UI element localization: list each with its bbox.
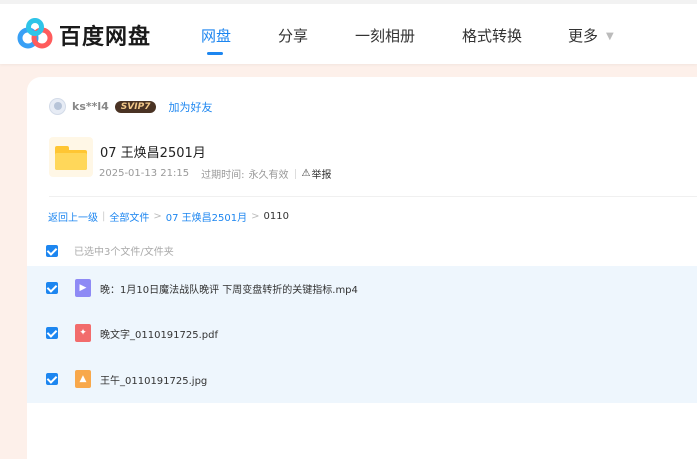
breadcrumb-folder[interactable]: 07 王焕昌2501月 xyxy=(166,209,247,224)
svip-badge: SVIP7 xyxy=(114,100,157,113)
nav-tab-more[interactable]: 更多 ▼ xyxy=(568,25,614,46)
share-card: ks**l4 SVIP7 加为好友 07 王焕昌2501月 2025-01-13… xyxy=(27,77,697,459)
file-name[interactable]: 晚：1月10日魔法战队晚评 下周变盘转折的关键指标.mp4 xyxy=(100,281,358,296)
folder-icon xyxy=(49,137,93,177)
image-file-icon: ▲ xyxy=(75,370,91,388)
nav-tab-share[interactable]: 分享 xyxy=(278,25,308,46)
report-icon: ⚠ xyxy=(301,168,311,179)
expire-label: 过期时间: xyxy=(201,170,245,181)
list-item[interactable]: ▲ 王午_0110191725.jpg xyxy=(46,369,686,389)
report-label: 举报 xyxy=(311,170,332,181)
file-checkbox[interactable] xyxy=(46,327,58,339)
logo-icon xyxy=(17,18,53,49)
chevron-down-icon: ▼ xyxy=(606,31,614,42)
meta-divider xyxy=(294,168,296,179)
file-checkbox[interactable] xyxy=(46,282,58,294)
breadcrumb: 返回上一级 | 全部文件 > 07 王焕昌2501月 > 0110 xyxy=(48,209,289,224)
logo-text: 百度网盘 xyxy=(59,25,152,50)
breadcrumb-separator: > xyxy=(251,211,260,222)
expire-value: 永久有效 xyxy=(248,170,289,181)
breadcrumb-all-files[interactable]: 全部文件 xyxy=(109,209,149,224)
active-tab-indicator xyxy=(207,52,223,55)
report-link[interactable]: ⚠ 举报 xyxy=(302,166,332,181)
nav-tab-netdisk[interactable]: 网盘 xyxy=(201,25,231,46)
select-all-checkbox[interactable] xyxy=(46,244,58,257)
baidu-netdisk-logo[interactable]: 百度网盘 xyxy=(17,18,151,52)
select-all-row: 已选中3个文件/文件夹 xyxy=(46,243,174,258)
sharer-info: ks**l4 SVIP7 加为好友 xyxy=(49,98,212,115)
file-list: ▶ 晚：1月10日魔法战队晚评 下周变盘转折的关键指标.mp4 ✦ 晚文字_01… xyxy=(27,266,697,403)
sharer-username: ks**l4 xyxy=(72,100,109,113)
video-file-icon: ▶ xyxy=(75,279,91,297)
list-item[interactable]: ▶ 晚：1月10日魔法战队晚评 下周变盘转折的关键指标.mp4 xyxy=(46,278,686,298)
breadcrumb-pipe: | xyxy=(102,211,106,222)
back-link[interactable]: 返回上一级 xyxy=(48,209,98,224)
avatar[interactable] xyxy=(49,98,66,115)
selection-summary: 已选中3个文件/文件夹 xyxy=(74,247,174,258)
folder-meta: 2025-01-13 21:15 过期时间: 永久有效 ⚠ 举报 xyxy=(99,166,331,181)
share-date: 2025-01-13 21:15 xyxy=(99,168,190,179)
pdf-file-icon: ✦ xyxy=(75,324,91,342)
nav-tab-more-label: 更多 xyxy=(568,27,599,45)
list-item[interactable]: ✦ 晚文字_0110191725.pdf xyxy=(46,323,686,343)
file-name[interactable]: 晚文字_0110191725.pdf xyxy=(100,326,218,341)
add-friend-link[interactable]: 加为好友 xyxy=(168,99,212,115)
nav-tab-album[interactable]: 一刻相册 xyxy=(355,25,415,46)
top-navbar: 百度网盘 网盘 分享 一刻相册 格式转换 更多 ▼ xyxy=(0,0,697,64)
section-divider xyxy=(49,196,697,197)
file-name[interactable]: 王午_0110191725.jpg xyxy=(100,372,207,387)
breadcrumb-separator: > xyxy=(153,211,162,222)
nav-tab-format-convert[interactable]: 格式转换 xyxy=(462,25,522,46)
shared-folder-title: 07 王焕昌2501月 xyxy=(100,146,206,161)
file-checkbox[interactable] xyxy=(46,373,58,385)
breadcrumb-current: 0110 xyxy=(263,211,289,222)
